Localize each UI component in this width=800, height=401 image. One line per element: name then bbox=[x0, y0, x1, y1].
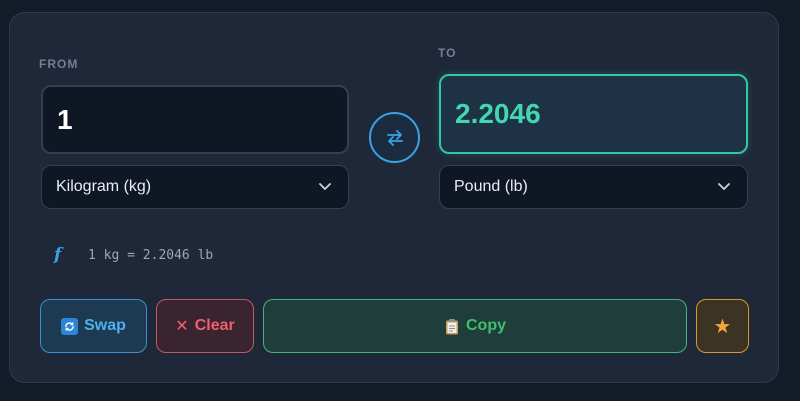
swap-units-button[interactable] bbox=[369, 112, 420, 163]
to-value-text: 2.2046 bbox=[455, 98, 541, 129]
copy-button[interactable]: Copy bbox=[263, 299, 687, 353]
chevron-down-icon bbox=[717, 180, 731, 194]
to-unit-selected: Pound (lb) bbox=[454, 178, 528, 195]
from-value-input[interactable]: 1 bbox=[41, 85, 349, 154]
swap-button-label: Swap bbox=[84, 317, 126, 334]
copy-button-label: Copy bbox=[466, 317, 506, 334]
clear-button-label: Clear bbox=[194, 317, 235, 334]
converter-card: FROM TO 1 2.2046 Kilogram (kg) Pound (lb… bbox=[9, 12, 779, 383]
star-icon: ★ bbox=[713, 315, 732, 338]
function-icon: f bbox=[54, 245, 62, 265]
from-value-text: 1 bbox=[57, 103, 73, 135]
clear-button[interactable]: ✕ Clear bbox=[156, 299, 254, 353]
formula-text: 1 kg = 2.2046 lb bbox=[88, 247, 214, 263]
from-unit-select[interactable]: Kilogram (kg) bbox=[41, 165, 349, 209]
close-icon: ✕ bbox=[175, 318, 189, 335]
refresh-icon bbox=[61, 317, 79, 335]
from-unit-selected: Kilogram (kg) bbox=[56, 178, 152, 195]
swap-button[interactable]: Swap bbox=[40, 299, 147, 353]
to-value-output[interactable]: 2.2046 bbox=[439, 74, 748, 154]
to-unit-select[interactable]: Pound (lb) bbox=[439, 165, 748, 209]
clipboard-icon bbox=[444, 317, 460, 335]
to-label: TO bbox=[438, 46, 457, 60]
from-label: FROM bbox=[39, 57, 79, 71]
chevron-down-icon bbox=[318, 180, 332, 194]
swap-arrows-icon bbox=[386, 129, 403, 146]
formula-row: f 1 kg = 2.2046 lb bbox=[54, 245, 213, 265]
favorite-button[interactable]: ★ bbox=[696, 299, 749, 353]
